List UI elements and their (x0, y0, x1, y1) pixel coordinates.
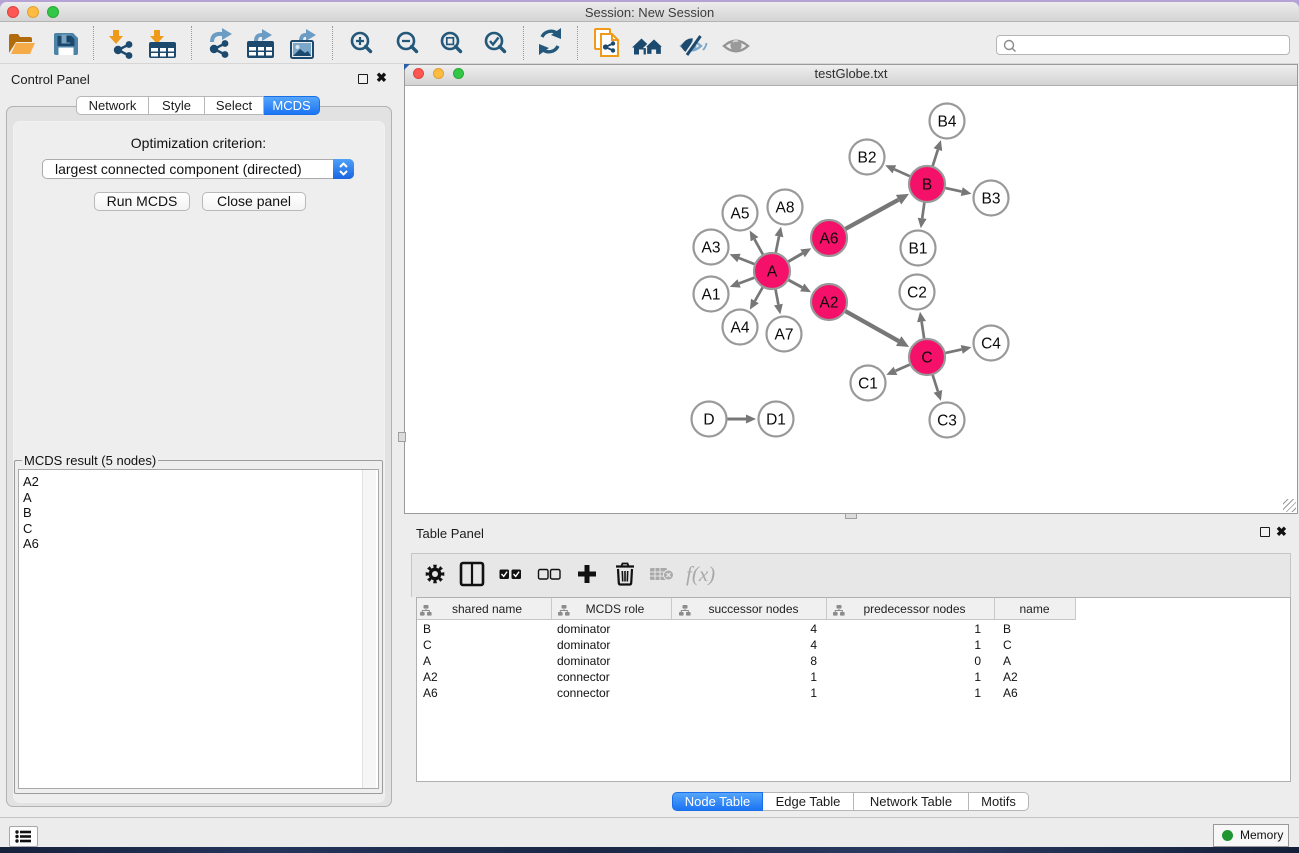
svg-text:A2: A2 (820, 295, 839, 312)
svg-text:C: C (921, 350, 932, 367)
svg-text:D1: D1 (766, 412, 786, 429)
svg-text:B3: B3 (982, 191, 1001, 208)
svg-text:D: D (703, 412, 714, 429)
svg-text:A6: A6 (820, 231, 839, 248)
svg-text:f(x): f(x) (686, 562, 715, 586)
svg-text:A: A (767, 264, 778, 281)
svg-text:B4: B4 (938, 114, 957, 131)
svg-text:B1: B1 (909, 241, 928, 258)
svg-text:C4: C4 (981, 336, 1001, 353)
svg-text:A3: A3 (702, 240, 721, 257)
svg-text:A1: A1 (702, 287, 721, 304)
svg-text:A8: A8 (776, 200, 795, 217)
svg-text:B: B (922, 177, 932, 194)
svg-text:C2: C2 (907, 285, 927, 302)
svg-text:B2: B2 (858, 150, 877, 167)
svg-text:A5: A5 (731, 206, 750, 223)
svg-text:A4: A4 (731, 320, 750, 337)
svg-text:C1: C1 (858, 376, 878, 393)
svg-text:A7: A7 (775, 327, 794, 344)
svg-text:C3: C3 (937, 413, 957, 430)
